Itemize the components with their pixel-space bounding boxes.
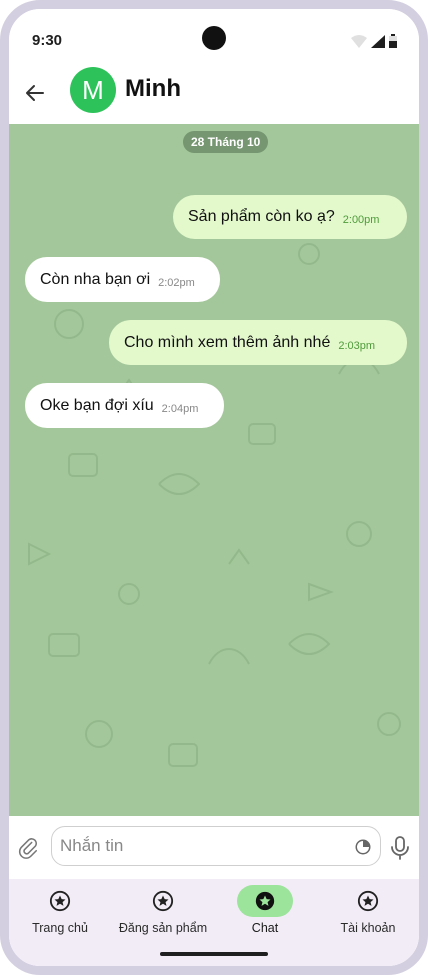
nav-item-trang-chu[interactable]: Trang chủ	[10, 885, 110, 935]
composer-bar: Nhắn tin	[9, 816, 419, 879]
nav-item-chat[interactable]: Chat	[215, 885, 315, 935]
signal-icon	[371, 35, 385, 48]
message-text: Sản phẩm còn ko ạ?	[188, 208, 335, 225]
message-input[interactable]: Nhắn tin	[51, 826, 381, 866]
message-bubble-outgoing[interactable]: Cho mình xem thêm ảnh nhé 2:03pm	[109, 320, 407, 365]
message-bubble-incoming[interactable]: Còn nha bạn ơi 2:02pm	[25, 257, 220, 302]
message-time: 2:04pm	[161, 402, 199, 415]
wifi-icon	[351, 35, 367, 48]
nav-label: Đăng sản phẩm	[118, 921, 208, 935]
paperclip-icon[interactable]	[17, 837, 39, 859]
star-circle-icon	[237, 885, 293, 917]
message-text: Oke bạn đợi xíu	[40, 396, 154, 414]
star-circle-icon	[340, 885, 396, 917]
message-time: 2:02pm	[158, 276, 195, 289]
message-bubble-incoming[interactable]: Oke bạn đợi xíu 2:04pm	[25, 383, 224, 428]
message-text: Còn nha bạn ơi	[40, 270, 151, 288]
contact-name[interactable]: Minh	[125, 75, 181, 103]
message-bubble-outgoing[interactable]: Sản phẩm còn ko ạ? 2:00pm	[173, 195, 407, 239]
avatar[interactable]: M	[70, 67, 116, 113]
nav-item-dang-san-pham[interactable]: Đăng sản phẩm	[113, 885, 213, 935]
back-arrow-icon[interactable]	[23, 81, 47, 105]
phone-frame: 9:30 M Minh 28 Tháng 10 Sản phẩm còn ko …	[0, 0, 428, 975]
camera-cutout	[202, 26, 226, 50]
message-input-placeholder: Nhắn tin	[60, 836, 124, 855]
star-circle-icon	[135, 885, 191, 917]
date-separator: 28 Tháng 10	[183, 131, 269, 153]
nav-label: Trang chủ	[32, 921, 88, 935]
system-icons	[351, 34, 397, 48]
nav-item-tai-khoan[interactable]: Tài khoản	[318, 885, 418, 935]
star-circle-icon	[32, 885, 88, 917]
chat-area: 28 Tháng 10 Sản phẩm còn ko ạ? 2:00pm Cò…	[9, 124, 419, 816]
message-text: Cho mình xem thêm ảnh nhé	[124, 333, 331, 351]
battery-icon	[389, 34, 397, 48]
chat-header: M Minh	[9, 59, 419, 124]
message-time: 2:00pm	[342, 214, 380, 226]
status-bar: 9:30	[9, 9, 419, 59]
nav-label: Chat	[251, 921, 279, 935]
home-indicator[interactable]	[160, 952, 268, 956]
message-time: 2:03pm	[338, 339, 376, 352]
nav-label: Tài khoản	[340, 921, 396, 935]
microphone-icon[interactable]	[390, 836, 410, 860]
status-time: 9:30	[32, 32, 63, 49]
timer-icon[interactable]	[354, 838, 372, 856]
